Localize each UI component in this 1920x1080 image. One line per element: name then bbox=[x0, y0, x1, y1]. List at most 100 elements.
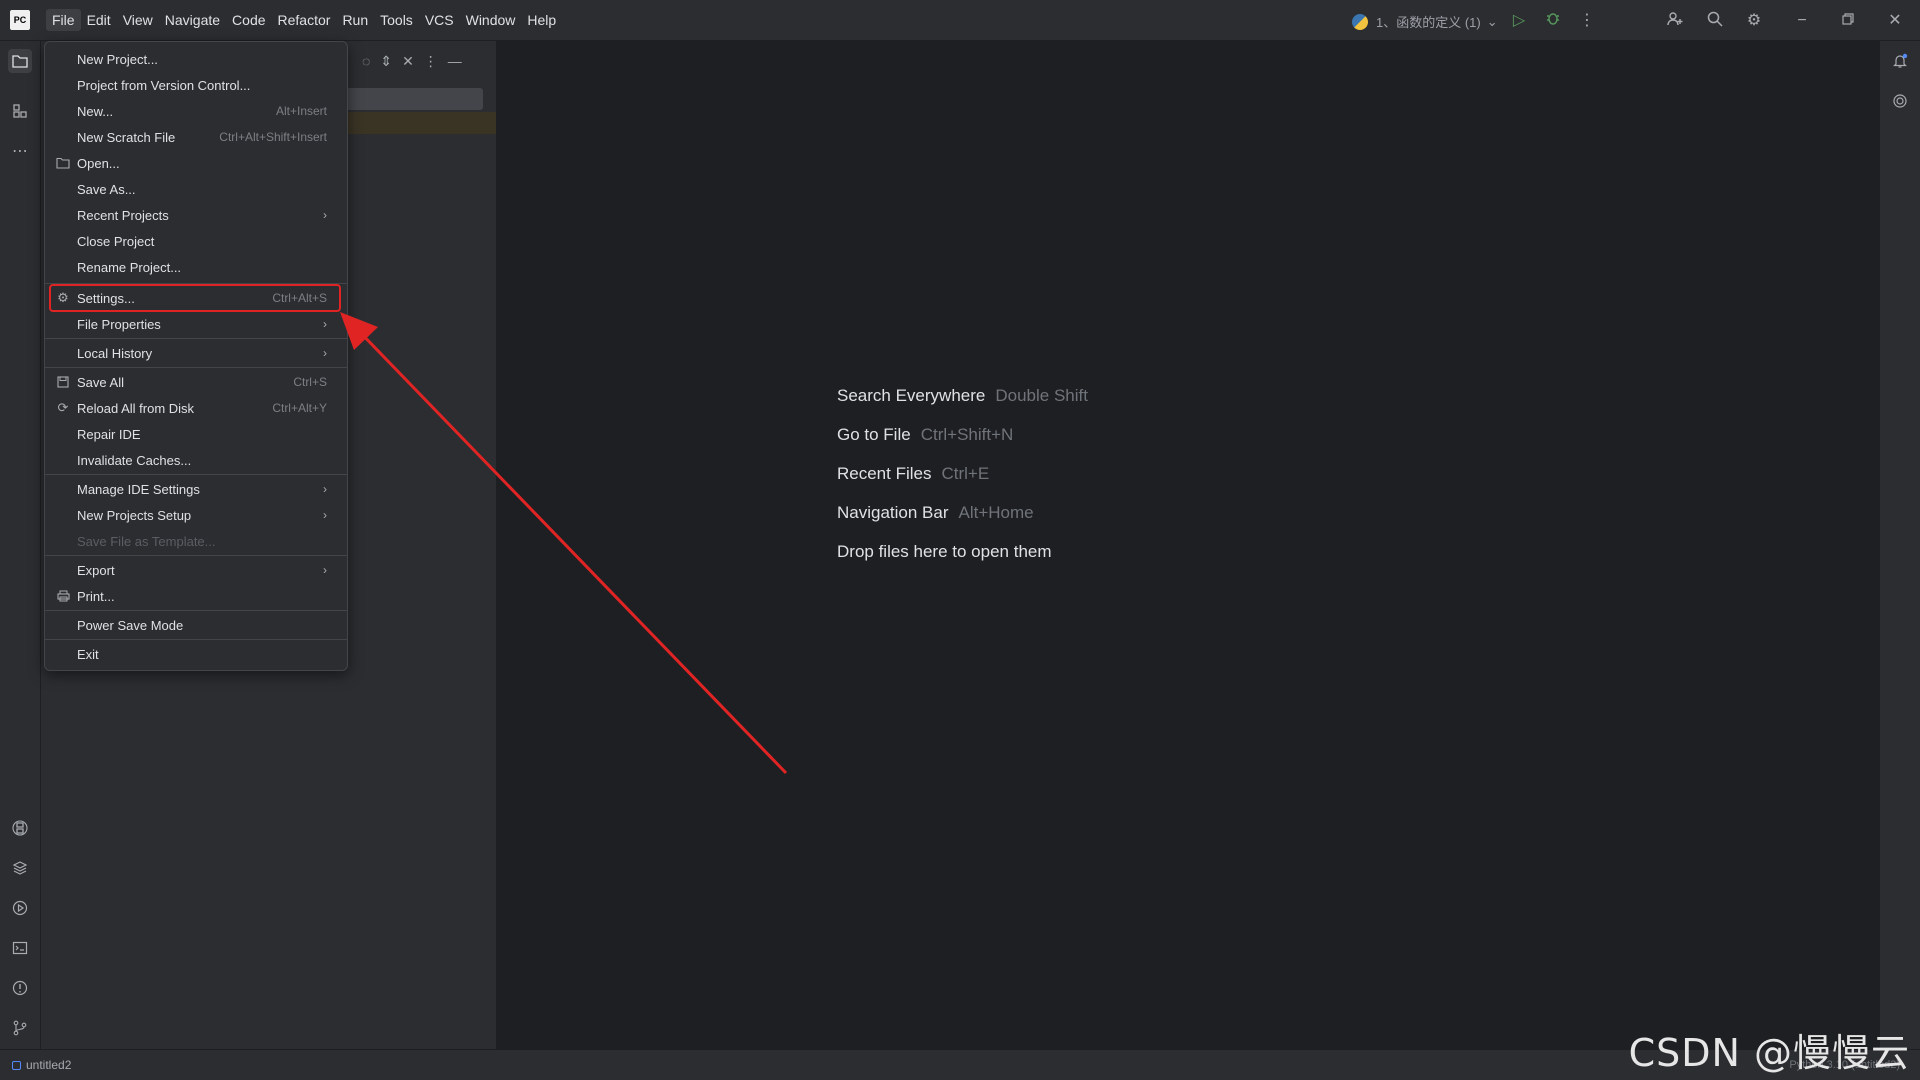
git-branch-icon[interactable] bbox=[8, 1016, 32, 1040]
menu-item-shortcut: Ctrl+Alt+Shift+Insert bbox=[219, 130, 327, 144]
menu-tools[interactable]: Tools bbox=[374, 9, 419, 31]
status-project-label: untitled2 bbox=[26, 1058, 72, 1072]
menu-item-save-all[interactable]: Save All Ctrl+S bbox=[51, 370, 339, 394]
panel-options-icon[interactable]: ⋮ bbox=[424, 53, 438, 70]
menu-item-new-projects-setup[interactable]: New Projects Setup › bbox=[51, 503, 339, 527]
menu-item-label: Save File as Template... bbox=[77, 533, 216, 549]
menu-separator bbox=[45, 610, 347, 611]
settings-gear-icon[interactable]: ⚙ bbox=[1743, 10, 1765, 32]
menu-item-export[interactable]: Export › bbox=[51, 558, 339, 582]
menu-item-label: Settings... bbox=[77, 290, 135, 306]
menu-item-power-save-mode[interactable]: Power Save Mode bbox=[51, 613, 339, 637]
project-panel-toolbar: ◌ ⇕ ✕ ⋮ — bbox=[362, 53, 462, 70]
menu-vcs[interactable]: VCS bbox=[419, 9, 460, 31]
menu-refactor[interactable]: Refactor bbox=[272, 9, 337, 31]
menu-item-reload-all[interactable]: ⟳ Reload All from Disk Ctrl+Alt+Y bbox=[51, 396, 339, 420]
menu-item-rename-project[interactable]: Rename Project... bbox=[51, 255, 339, 279]
menu-view[interactable]: View bbox=[117, 9, 159, 31]
python-packages-icon[interactable] bbox=[8, 816, 32, 840]
menu-item-label: Manage IDE Settings bbox=[77, 481, 200, 497]
chevron-right-icon: › bbox=[323, 317, 327, 331]
menu-item-project-from-vcs[interactable]: Project from Version Control... bbox=[51, 73, 339, 97]
menu-separator bbox=[45, 338, 347, 339]
menu-file[interactable]: File bbox=[46, 9, 81, 31]
hint-action: Go to File bbox=[837, 425, 911, 444]
menu-navigate[interactable]: Navigate bbox=[159, 9, 226, 31]
run-icon[interactable]: ▷ bbox=[1508, 10, 1530, 32]
hint-shortcut: Ctrl+Shift+N bbox=[920, 425, 1014, 444]
menu-item-save-as[interactable]: Save As... bbox=[51, 177, 339, 201]
menu-item-label: Save All bbox=[77, 374, 124, 390]
menu-item-repair-ide[interactable]: Repair IDE bbox=[51, 422, 339, 446]
problems-icon[interactable] bbox=[8, 976, 32, 1000]
services-run-icon[interactable] bbox=[8, 896, 32, 920]
menu-item-new-project[interactable]: New Project... bbox=[51, 47, 339, 71]
menu-item-close-project[interactable]: Close Project bbox=[51, 229, 339, 253]
locate-icon[interactable]: ◌ bbox=[362, 53, 370, 70]
more-actions-icon[interactable]: ⋮ bbox=[1576, 10, 1598, 32]
project-tree-row[interactable] bbox=[340, 112, 496, 134]
title-bar: PC File Edit View Navigate Code Refactor… bbox=[0, 0, 1920, 41]
menu-item-label: Save As... bbox=[77, 181, 136, 197]
close-window-icon[interactable]: ✕ bbox=[1884, 10, 1906, 32]
more-tool-windows-icon[interactable]: ⋯ bbox=[8, 139, 32, 163]
restore-window-icon[interactable] bbox=[1837, 10, 1859, 32]
menu-run[interactable]: Run bbox=[336, 9, 374, 31]
menu-code[interactable]: Code bbox=[226, 9, 271, 31]
menu-item-invalidate-caches[interactable]: Invalidate Caches... bbox=[51, 448, 339, 472]
hint-search-everywhere: Search Everywhere Double Shift bbox=[837, 386, 1088, 425]
menu-item-manage-ide-settings[interactable]: Manage IDE Settings › bbox=[51, 477, 339, 501]
menu-item-open[interactable]: Open... bbox=[51, 151, 339, 175]
menu-item-settings[interactable]: ⚙ Settings... Ctrl+Alt+S bbox=[49, 284, 341, 312]
menu-item-label: Power Save Mode bbox=[77, 617, 184, 633]
menu-item-label: New Scratch File bbox=[77, 129, 176, 145]
pycharm-logo-icon[interactable]: PC bbox=[10, 10, 30, 30]
menu-separator bbox=[45, 283, 347, 284]
minimize-icon[interactable]: − bbox=[1791, 10, 1813, 32]
menu-item-label: Project from Version Control... bbox=[77, 77, 251, 93]
menu-item-shortcut: Alt+Insert bbox=[275, 104, 327, 118]
menu-item-new-scratch-file[interactable]: New Scratch File Ctrl+Alt+Shift+Insert bbox=[51, 125, 339, 149]
status-project[interactable]: untitled2 bbox=[12, 1058, 71, 1072]
menu-item-shortcut: Ctrl+Alt+S bbox=[272, 291, 327, 305]
terminal-icon[interactable] bbox=[8, 936, 32, 960]
menu-edit[interactable]: Edit bbox=[81, 9, 117, 31]
menu-item-exit[interactable]: Exit bbox=[51, 642, 339, 666]
ai-assistant-icon[interactable] bbox=[1888, 89, 1912, 113]
menu-item-label: Rename Project... bbox=[77, 259, 182, 275]
menu-item-print[interactable]: Print... bbox=[51, 584, 339, 608]
editor-empty-hints: Search Everywhere Double Shift Go to File… bbox=[837, 386, 1088, 581]
menu-item-label: Exit bbox=[77, 646, 99, 662]
menu-item-recent-projects[interactable]: Recent Projects › bbox=[51, 203, 339, 227]
structure-icon[interactable] bbox=[8, 99, 32, 123]
menu-window[interactable]: Window bbox=[460, 9, 522, 31]
menu-item-shortcut: Ctrl+S bbox=[293, 375, 327, 389]
collapse-all-icon[interactable]: ✕ bbox=[402, 53, 414, 70]
print-icon bbox=[55, 588, 71, 604]
menu-item-label: New... bbox=[77, 103, 114, 119]
hide-panel-icon[interactable]: — bbox=[448, 53, 462, 70]
save-icon bbox=[55, 374, 71, 390]
project-folder-icon[interactable] bbox=[8, 49, 32, 73]
menu-help[interactable]: Help bbox=[521, 9, 562, 31]
menu-item-label: New Projects Setup bbox=[77, 507, 192, 523]
menu-item-save-file-as-template: Save File as Template... bbox=[51, 529, 339, 553]
menu-item-label: New Project... bbox=[77, 51, 158, 67]
chevron-down-icon: ⌄ bbox=[1486, 13, 1498, 29]
menu-item-label: Open... bbox=[77, 155, 120, 171]
notifications-bell-icon[interactable] bbox=[1888, 49, 1912, 73]
code-with-me-icon[interactable] bbox=[1664, 10, 1686, 32]
menu-item-file-properties[interactable]: File Properties › bbox=[51, 312, 339, 336]
layers-icon[interactable] bbox=[8, 856, 32, 880]
menu-item-local-history[interactable]: Local History › bbox=[51, 341, 339, 365]
hint-action: Recent Files bbox=[837, 464, 932, 483]
run-configuration-selector[interactable]: 1、函数的定义 (1) ⌄ bbox=[1352, 12, 1498, 31]
debug-icon[interactable] bbox=[1542, 10, 1564, 32]
expand-all-icon[interactable]: ⇕ bbox=[380, 53, 392, 70]
menu-item-new[interactable]: New... Alt+Insert bbox=[51, 99, 339, 123]
csdn-watermark: CSDN @慢慢云 bbox=[1628, 1031, 1910, 1075]
menu-item-label: Reload All from Disk bbox=[77, 400, 195, 416]
editor-area bbox=[497, 41, 1879, 1049]
project-tree-selected-row[interactable] bbox=[340, 88, 483, 110]
search-icon[interactable] bbox=[1704, 10, 1726, 32]
